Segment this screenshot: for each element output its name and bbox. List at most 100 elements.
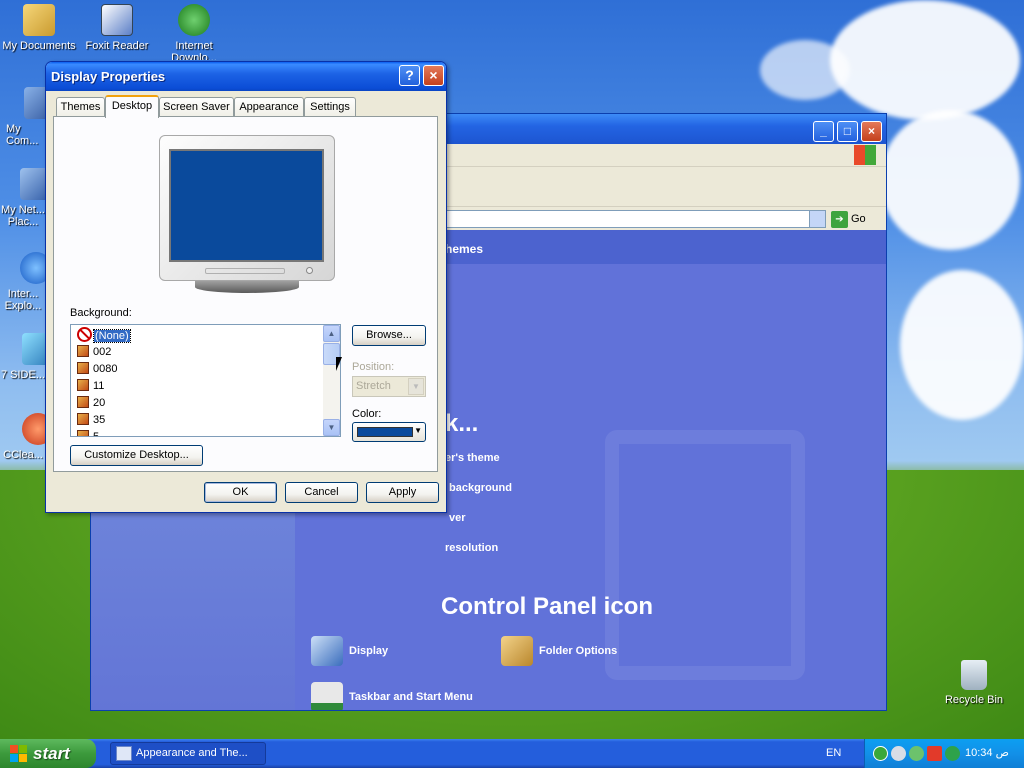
pick-task-heading: k... — [445, 410, 479, 437]
list-item[interactable]: 35 — [77, 412, 105, 429]
computer-icon — [24, 87, 46, 119]
download-manager-icon — [178, 4, 210, 36]
monitor-body — [159, 135, 335, 281]
maximize-button[interactable]: □ — [837, 121, 858, 142]
taskbar-item-appearance[interactable]: Appearance and The... — [110, 742, 266, 765]
desktop-icon-recycle-bin[interactable]: Recycle Bin — [935, 660, 1013, 706]
monitor-screen-preview — [169, 149, 324, 262]
ccleaner-icon — [22, 413, 46, 445]
torrent-icon[interactable] — [873, 746, 888, 761]
scroll-up-button[interactable]: ▲ — [323, 325, 340, 342]
bitmap-icon — [77, 362, 89, 374]
security-icon[interactable] — [945, 746, 960, 761]
go-arrow-icon: ➔ — [831, 211, 848, 228]
list-item[interactable]: 002 — [77, 344, 111, 361]
help-button[interactable]: ? — [399, 65, 420, 86]
none-icon — [77, 327, 92, 342]
close-button[interactable]: × — [423, 65, 444, 86]
sidebar-app-icon — [22, 333, 46, 365]
dialog-title: Display Properties — [51, 69, 166, 84]
windows-logo-icon — [10, 745, 27, 762]
control-panel-item-display[interactable]: Display — [311, 636, 388, 667]
list-item[interactable]: 0080 — [77, 361, 117, 378]
desktop-icon-internet-download[interactable]: Internet Downlo... — [155, 4, 233, 60]
folder-icon — [23, 4, 55, 36]
volume-icon[interactable] — [891, 746, 906, 761]
minimize-button[interactable]: _ — [813, 121, 834, 142]
position-label: Position: — [352, 361, 395, 373]
customize-desktop-button[interactable]: Customize Desktop... — [70, 445, 203, 466]
address-dropdown[interactable] — [809, 211, 825, 227]
control-panel-item-folder-options[interactable]: Folder Options — [501, 636, 617, 667]
listbox-scrollbar[interactable]: ▲ ▼ — [323, 325, 340, 436]
display-properties-dialog[interactable]: Display Properties ? × Themes Desktop Sc… — [45, 61, 447, 513]
task-link[interactable]: ver — [449, 512, 466, 524]
tab-themes[interactable]: Themes — [56, 97, 105, 117]
list-item[interactable]: (None) — [77, 327, 131, 344]
cloud — [830, 0, 1020, 120]
start-button[interactable]: start — [0, 739, 96, 768]
close-button[interactable]: × — [861, 121, 882, 142]
bitmap-icon — [77, 345, 89, 357]
tab-settings[interactable]: Settings — [304, 97, 356, 117]
tab-desktop[interactable]: Desktop — [105, 95, 159, 118]
go-button[interactable]: ➔ Go — [831, 210, 866, 228]
chevron-down-icon: ▼ — [408, 378, 424, 395]
apply-button[interactable]: Apply — [366, 482, 439, 503]
task-link[interactable]: er's theme — [445, 452, 500, 464]
cancel-button[interactable]: Cancel — [285, 482, 358, 503]
background-listbox[interactable]: (None) 002 0080 11 20 35 5 ▲ ▼ — [70, 324, 341, 437]
desktop-icon-my-documents[interactable]: My Documents — [0, 4, 78, 52]
foxit-reader-icon — [101, 4, 133, 36]
desktop-icon-7-sidebar[interactable]: 7 SIDE... — [0, 333, 46, 381]
color-label: Color: — [352, 408, 382, 420]
desktop-icon-internet-explorer[interactable]: Inter... Explo... — [0, 252, 46, 312]
language-indicator[interactable]: EN — [826, 739, 841, 768]
safely-remove-icon[interactable] — [927, 746, 942, 761]
folder-options-icon — [501, 636, 533, 667]
display-icon — [311, 636, 343, 667]
bitmap-icon — [77, 379, 89, 391]
tab-screen-saver[interactable]: Screen Saver — [159, 97, 234, 117]
desktop-icon-my-computer[interactable]: My Com... — [0, 87, 46, 147]
position-select[interactable]: Stretch ▼ — [352, 376, 426, 397]
bitmap-icon — [77, 430, 89, 436]
watermark-check-icon — [605, 430, 805, 680]
desktop-icon-foxit-reader[interactable]: Foxit Reader — [78, 4, 156, 52]
browse-button[interactable]: Browse... — [352, 325, 426, 346]
control-panel-item-taskbar[interactable]: Taskbar and Start Menu — [311, 682, 473, 710]
ok-button[interactable]: OK — [204, 482, 277, 503]
mouse-cursor-icon — [336, 357, 342, 371]
monitor-power-icon — [306, 267, 313, 274]
task-link[interactable]: resolution — [445, 542, 498, 554]
list-item[interactable]: 11 — [77, 378, 104, 395]
tab-appearance[interactable]: Appearance — [234, 97, 304, 117]
list-item[interactable]: 5 — [77, 429, 99, 436]
recycle-bin-icon — [961, 660, 987, 690]
network-icon[interactable] — [909, 746, 924, 761]
chevron-down-icon: ▼ — [414, 426, 422, 435]
bitmap-icon — [77, 413, 89, 425]
background-label: Background: — [70, 307, 132, 319]
desktop-icon-ccleaner[interactable]: CClea... — [0, 413, 46, 461]
cloud — [900, 270, 1024, 420]
desktop-icon-my-network[interactable]: My Net... Plac... — [0, 168, 46, 228]
taskbar: start Appearance and The... EN 10:34 ص — [0, 739, 1024, 768]
taskbar-icon — [311, 682, 343, 710]
cloud — [880, 110, 1020, 250]
clock[interactable]: 10:34 ص — [965, 739, 1009, 768]
scroll-down-button[interactable]: ▼ — [323, 419, 340, 436]
category-title: hemes — [445, 242, 484, 256]
internet-explorer-icon — [20, 252, 46, 284]
monitor-stand — [195, 281, 299, 293]
desktop-tab-panel: Background: (None) 002 0080 11 20 35 5 ▲… — [53, 116, 438, 472]
color-picker-button[interactable]: ▼ — [352, 422, 426, 442]
monitor-vent — [205, 268, 285, 274]
monitor-preview — [159, 135, 335, 293]
cloud — [760, 40, 850, 100]
list-item[interactable]: 20 — [77, 395, 105, 412]
bitmap-icon — [77, 396, 89, 408]
task-link[interactable]: background — [449, 482, 512, 494]
dialog-titlebar[interactable]: Display Properties ? × — [46, 62, 446, 91]
control-panel-icon — [116, 746, 132, 761]
